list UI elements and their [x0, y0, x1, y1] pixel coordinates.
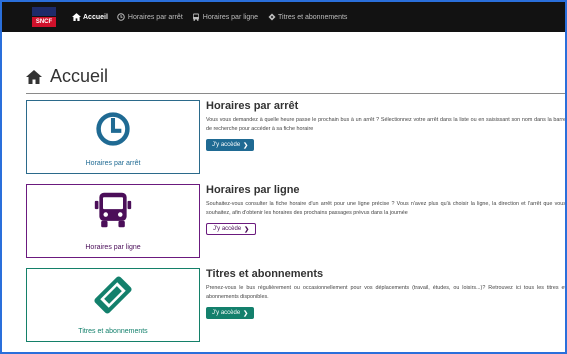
card-info: Titres et abonnements Prenez-vous le bus… — [206, 268, 566, 319]
ticket-icon — [94, 276, 132, 314]
nav-item-titres[interactable]: Titres et abonnements — [267, 13, 347, 22]
nav-item-accueil[interactable]: Accueil — [72, 13, 108, 22]
nav-item-label: Titres et abonnements — [278, 13, 348, 21]
chevron-right-icon: ❯ — [243, 310, 249, 317]
bus-icon — [94, 192, 132, 228]
clock-icon — [117, 13, 126, 22]
nav-item-label: Horaires par ligne — [202, 13, 259, 21]
button-label: J'y accède — [212, 142, 241, 148]
tile-horaires-ligne[interactable]: Horaires par ligne — [26, 184, 200, 258]
nav-item-label: Horaires par arrêt — [127, 13, 183, 21]
brand-logo-text: SNCF — [32, 17, 56, 27]
tile-label: Horaires par ligne — [85, 244, 141, 251]
card-heading: Horaires par arrêt — [206, 100, 299, 112]
bus-icon — [192, 13, 201, 22]
home-icon — [72, 13, 81, 22]
chevron-right-icon: ❯ — [243, 142, 249, 149]
jy-accede-button[interactable]: J'y accède ❯ — [206, 307, 255, 319]
card-titres-abonnements: Titres et abonnements Titres et abonneme… — [26, 268, 566, 342]
tile-titres-abonnements[interactable]: Titres et abonnements — [26, 268, 200, 342]
card-horaires-arret: Horaires par arrêt Horaires par arrêt Vo… — [26, 100, 566, 174]
tile-label: Horaires par arrêt — [85, 160, 141, 167]
card-description: Vous vous demandez à quelle heure passe … — [206, 117, 566, 132]
button-label: J'y accède — [213, 226, 242, 232]
card-horaires-ligne: Horaires par ligne Horaires par ligne So… — [26, 184, 566, 258]
card-info: Horaires par ligne Souhaitez-vous consul… — [206, 184, 566, 235]
jy-accede-button[interactable]: J'y accède ❯ — [206, 223, 257, 235]
brand-logo[interactable]: SNCF — [32, 5, 60, 29]
nav-item-horaires-ligne[interactable]: Horaires par ligne — [192, 13, 258, 22]
app-frame: SNCF Accueil Horaires par arrêt Horaires… — [0, 0, 567, 354]
ticket-icon — [267, 13, 276, 22]
page-title: Accueil — [26, 66, 565, 94]
top-navbar: SNCF Accueil Horaires par arrêt Horaires… — [2, 2, 565, 32]
card-heading: Horaires par ligne — [206, 184, 300, 196]
nav-item-label: Accueil — [83, 13, 108, 21]
button-label: J'y accède — [212, 310, 241, 316]
clock-icon — [96, 112, 130, 146]
jy-accede-button[interactable]: J'y accède ❯ — [206, 139, 255, 151]
tile-label: Titres et abonnements — [78, 328, 148, 335]
card-description: Souhaitez-vous consulter la fiche horair… — [206, 201, 566, 216]
tile-horaires-arret[interactable]: Horaires par arrêt — [26, 100, 200, 174]
card-description: Prenez-vous le bus régulièrement ou occa… — [206, 285, 566, 300]
home-icon — [26, 69, 42, 84]
page-title-text: Accueil — [50, 66, 109, 86]
card-heading: Titres et abonnements — [206, 268, 324, 280]
card-info: Horaires par arrêt Vous vous demandez à … — [206, 100, 566, 151]
chevron-right-icon: ❯ — [244, 226, 250, 233]
nav-item-horaires-arret[interactable]: Horaires par arrêt — [117, 13, 183, 22]
